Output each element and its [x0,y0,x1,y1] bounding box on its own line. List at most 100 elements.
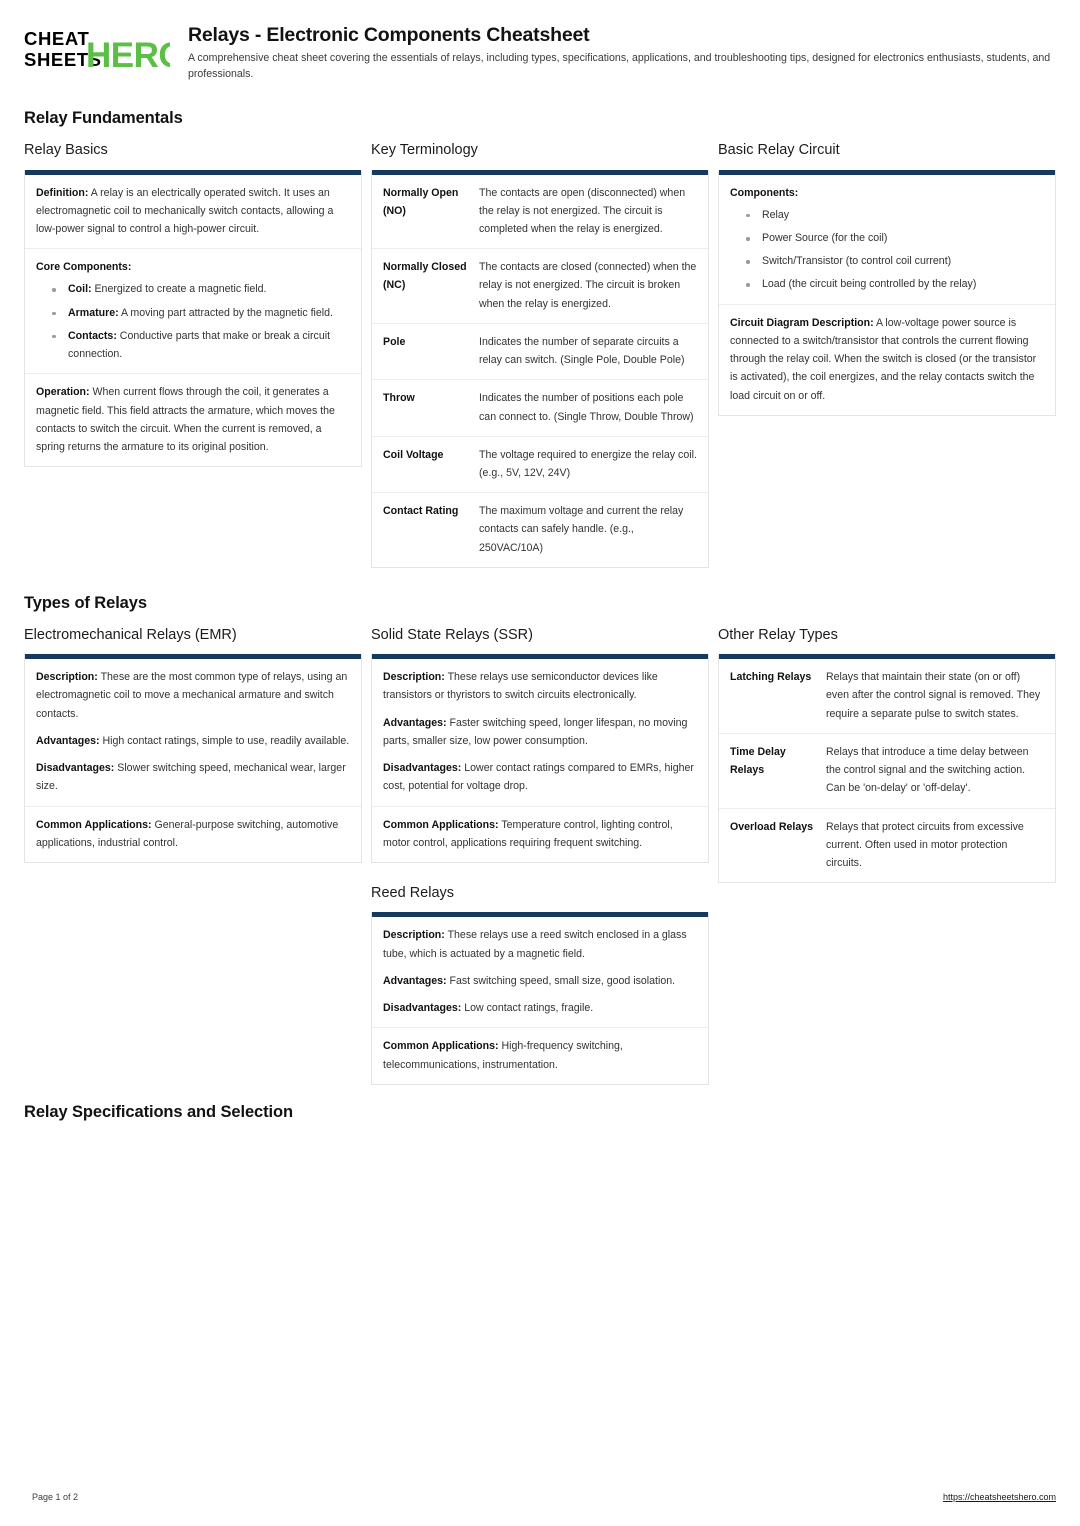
row-ssr-details: Description: These relays use semiconduc… [372,659,708,807]
section-heading-types-of-relays: Types of Relays [24,593,147,612]
term-value: The voltage required to energize the rel… [479,448,697,479]
term-value: The contacts are open (disconnected) whe… [479,186,686,236]
operation-paragraph: Operation: When current flows through th… [36,383,350,456]
term-value: Relays that introduce a time delay betwe… [826,745,1029,795]
advantages-paragraph: Advantages: Faster switching speed, long… [383,714,697,750]
table-row: Pole Indicates the number of separate ci… [372,324,708,381]
term-value: Indicates the number of separate circuit… [479,335,685,367]
definition-label: Definition: [36,186,89,199]
table-row: Contact Rating The maximum voltage and c… [372,493,708,567]
description-label: Description: [383,671,445,684]
svg-text:HERO: HERO [86,36,170,72]
advantages-label: Advantages: [383,716,447,729]
card-emr: Description: These are the most common t… [24,654,362,864]
row-emr-applications: Common Applications: General-purpose swi… [25,807,361,862]
disadvantages-label: Disadvantages: [383,1002,462,1015]
components-label: Components: [730,186,799,199]
disadvantages-paragraph: Disadvantages: Low contact ratings, frag… [383,999,697,1017]
description-paragraph: Description: These relays use semiconduc… [383,668,697,704]
row-reed-applications: Common Applications: High-frequency swit… [372,1028,708,1083]
card-title-reed: Reed Relays [371,885,455,902]
card-title-relay-basics: Relay Basics [24,142,108,159]
applications-paragraph: Common Applications: Temperature control… [383,816,697,852]
circuit-diagram-text: A low-voltage power source is connected … [730,316,1037,402]
disadvantages-paragraph: Disadvantages: Slower switching speed, m… [36,759,350,795]
column-ssr-reed: Solid State Relays (SSR) Description: Th… [371,627,709,1085]
term-key: Normally Open (NO) [383,186,459,217]
table-row: Coil Voltage The voltage required to ene… [372,437,708,494]
components-list: Relay Power Source (for the coil) Switch… [730,206,1044,294]
page-number: Page 1 of 2 [32,1492,79,1502]
table-row: Overload Relays Relays that protect circ… [719,809,1055,883]
description-paragraph: Description: These relays use a reed swi… [383,926,697,962]
row-operation: Operation: When current flows through th… [25,374,361,466]
term-value: Relays that maintain their state (on or … [826,671,1041,720]
website-link[interactable]: https://cheatsheetshero.com [943,1492,1056,1502]
card-title-emr: Electromechanical Relays (EMR) [24,626,237,643]
card-key-terminology: Normally Open (NO) The contacts are open… [371,169,709,568]
list-item-term: Contacts: [68,329,117,342]
disadvantages-label: Disadvantages: [383,762,462,775]
advantages-text: Fast switching speed, small size, good i… [446,974,676,987]
section-heading-relay-specifications: Relay Specifications and Selection [24,1102,293,1121]
row-circuit-diagram-description: Circuit Diagram Description: A low-volta… [719,305,1055,415]
list-item: Load (the circuit being controlled by th… [744,275,1044,293]
applications-paragraph: Common Applications: High-frequency swit… [383,1037,697,1073]
list-item-term: Armature: [68,306,119,319]
list-item-desc: A moving part attracted by the magnetic … [118,306,333,319]
core-components-label: Core Components: [36,261,132,274]
row-components: Components: Relay Power Source (for the … [719,175,1055,305]
list-item: Relay [744,206,1044,224]
card-other-relay-types: Latching Relays Relays that maintain the… [718,654,1056,884]
disadvantages-label: Disadvantages: [36,762,115,775]
list-item: Switch/Transistor (to control coil curre… [744,252,1044,270]
table-row: Time Delay Relays Relays that introduce … [719,734,1055,809]
table-row: Normally Open (NO) The contacts are open… [372,175,708,250]
column-key-terminology: Key Terminology Normally Open (NO) The c… [371,142,709,568]
card-reed: Description: These relays use a reed swi… [371,912,709,1085]
term-value: The contacts are closed (connected) when… [479,261,697,310]
term-key: Normally Closed (NC) [383,261,467,292]
page-title: Relays - Electronic Components Cheatshee… [188,24,590,46]
page-subtitle: A comprehensive cheat sheet covering the… [188,52,1051,81]
description-label: Description: [36,671,98,684]
card-ssr: Description: These relays use semiconduc… [371,654,709,864]
card-title-key-terminology: Key Terminology [371,142,478,159]
cheatsheet-page: CHEAT SHEETS HERO Relays - Electronic Co… [0,0,1080,1526]
applications-paragraph: Common Applications: General-purpose swi… [36,816,350,852]
term-key: Overload Relays [730,820,814,833]
card-title-basic-relay-circuit: Basic Relay Circuit [718,142,840,159]
column-basic-relay-circuit: Basic Relay Circuit Components: Relay Po… [718,142,1056,416]
disadvantages-paragraph: Disadvantages: Lower contact ratings com… [383,759,697,795]
term-key: Time Delay Relays [730,745,786,777]
disadvantages-text: Low contact ratings, fragile. [461,1002,594,1015]
page-footer: Page 1 of 2 https://cheatsheetshero.com [32,1492,1056,1502]
row-emr-details: Description: These are the most common t… [25,659,361,807]
section-heading-relay-fundamentals: Relay Fundamentals [24,109,183,128]
advantages-label: Advantages: [383,974,447,987]
row-definition: Definition: A relay is an electrically o… [25,175,361,250]
card-basic-relay-circuit: Components: Relay Power Source (for the … [718,169,1056,416]
description-label: Description: [383,929,445,942]
table-row: Normally Closed (NC) The contacts are cl… [372,249,708,324]
list-item: Contacts: Conductive parts that make or … [50,327,350,363]
core-components-list: Coil: Energized to create a magnetic fie… [36,280,350,363]
operation-label: Operation: [36,386,90,399]
description-paragraph: Description: These are the most common t… [36,668,350,723]
column-emr: Electromechanical Relays (EMR) Descripti… [24,626,362,864]
types-columns: Electromechanical Relays (EMR) Descripti… [24,627,1056,1085]
fundamentals-columns: Relay Basics Definition: A relay is an e… [24,142,1056,568]
row-ssr-applications: Common Applications: Temperature control… [372,807,708,862]
card-title-ssr: Solid State Relays (SSR) [371,626,533,643]
page-header: CHEAT SHEETS HERO Relays - Electronic Co… [24,0,1056,83]
row-reed-details: Description: These relays use a reed swi… [372,917,708,1029]
card-title-other-relay-types: Other Relay Types [718,626,838,643]
list-item: Coil: Energized to create a magnetic fie… [50,280,350,298]
cheatsheetshero-logo: CHEAT SHEETS HERO [24,22,170,72]
advantages-text: High contact ratings, simple to use, rea… [99,734,350,747]
term-value: Indicates the number of positions each p… [479,392,694,423]
term-key: Coil Voltage [383,448,444,461]
svg-text:CHEAT: CHEAT [24,28,89,49]
applications-label: Common Applications: [36,818,152,831]
list-item-term: Coil: [68,283,92,296]
